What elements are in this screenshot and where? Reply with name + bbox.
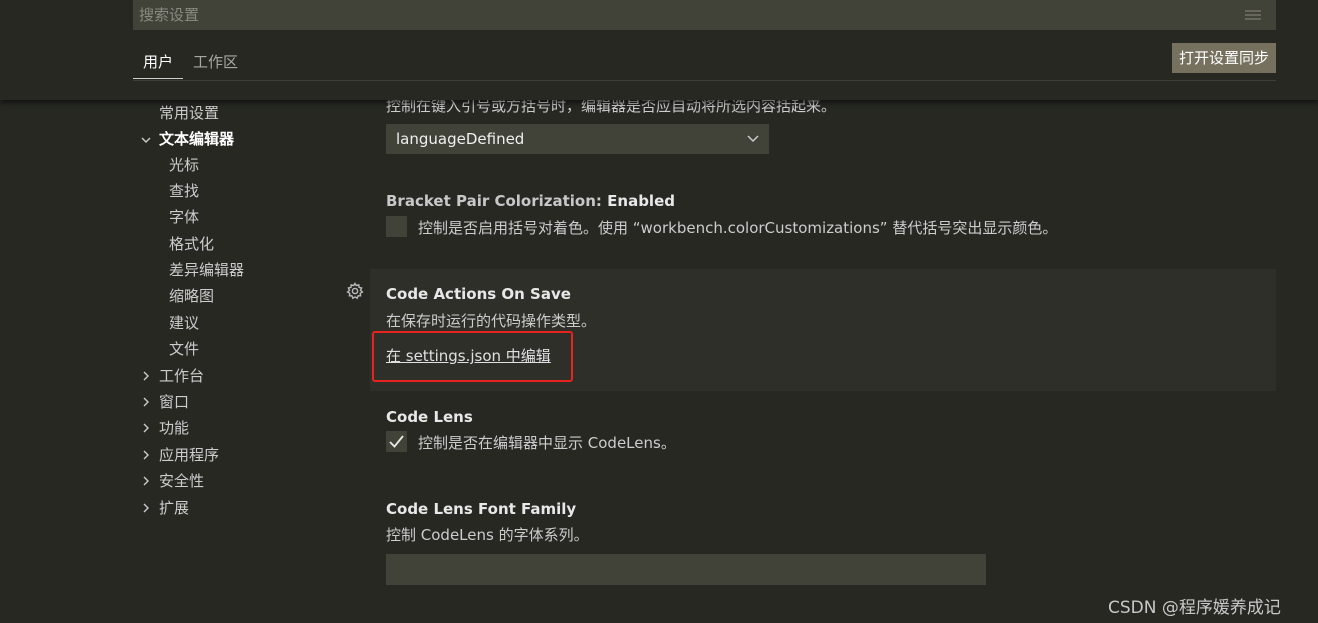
- open-settings-sync-button[interactable]: 打开设置同步: [1172, 43, 1276, 73]
- toc-item-application[interactable]: 应用程序: [159, 444, 219, 466]
- settings-list: 控制在键入引号或方括号时，编辑器是否应自动将所选内容括起来。 languageD…: [370, 97, 1276, 623]
- code-lens-font-family-input[interactable]: [386, 554, 986, 585]
- tab-workspace[interactable]: 工作区: [193, 50, 253, 79]
- chevron-right-icon[interactable]: [141, 397, 151, 407]
- search-box: [133, 0, 1276, 30]
- code-actions-on-save-row: Code Actions On Save 在保存时运行的代码操作类型。 在 se…: [370, 269, 1276, 391]
- chevron-right-icon[interactable]: [141, 423, 151, 433]
- chevron-down-icon: [747, 135, 759, 143]
- toc-item-window[interactable]: 窗口: [159, 391, 189, 413]
- gear-icon[interactable]: [346, 282, 364, 300]
- code-actions-on-save-title: Code Actions On Save: [386, 285, 571, 303]
- chevron-right-icon[interactable]: [141, 503, 151, 513]
- toc-item-common[interactable]: 常用设置: [159, 102, 219, 124]
- toc-item-workbench[interactable]: 工作台: [159, 365, 204, 387]
- settings-header: 用户 工作区 打开设置同步: [0, 0, 1318, 100]
- auto-surround-select-value: languageDefined: [396, 130, 525, 148]
- search-input[interactable]: [133, 0, 1233, 30]
- bracket-colorization-description: 控制是否启用括号对着色。使用 “workbench.colorCustomiza…: [418, 219, 1058, 237]
- settings-toc: 常用设置 文本编辑器 光标 查找 字体 格式化 差异编辑器 缩略图 建议 文件 …: [0, 100, 340, 623]
- toc-item-extensions[interactable]: 扩展: [159, 497, 189, 519]
- chevron-right-icon[interactable]: [141, 371, 151, 381]
- toc-item-diff-editor[interactable]: 差异编辑器: [169, 259, 244, 281]
- filter-list-icon[interactable]: [1244, 9, 1262, 21]
- toc-item-font[interactable]: 字体: [169, 206, 199, 228]
- auto-surround-select[interactable]: languageDefined: [386, 124, 769, 154]
- code-lens-checkbox[interactable]: [386, 431, 407, 452]
- toc-item-files[interactable]: 文件: [169, 338, 199, 360]
- bracket-colorization-title: Bracket Pair Colorization: Enabled: [386, 192, 675, 210]
- toc-item-features[interactable]: 功能: [159, 417, 189, 439]
- chevron-down-icon[interactable]: [141, 135, 151, 145]
- toc-item-cursor[interactable]: 光标: [169, 154, 199, 176]
- code-lens-description: 控制是否在编辑器中显示 CodeLens。: [418, 434, 676, 452]
- bracket-colorization-title-name: Enabled: [607, 192, 675, 210]
- check-icon: [389, 435, 404, 448]
- toc-item-suggestions[interactable]: 建议: [169, 312, 199, 334]
- highlight-annotation-box: [372, 331, 573, 382]
- header-divider: [133, 80, 1276, 81]
- watermark: CSDN @程序媛养成记: [1108, 598, 1281, 618]
- toc-item-formatting[interactable]: 格式化: [169, 233, 214, 255]
- toc-item-text-editor[interactable]: 文本编辑器: [159, 128, 234, 150]
- code-actions-on-save-description: 在保存时运行的代码操作类型。: [386, 312, 597, 330]
- settings-editor: 控制在键入引号或方括号时，编辑器是否应自动将所选内容括起来。 languageD…: [0, 0, 1318, 623]
- toc-item-security[interactable]: 安全性: [159, 470, 204, 492]
- code-lens-font-family-description: 控制 CodeLens 的字体系列。: [386, 526, 589, 544]
- code-lens-font-family-title: Code Lens Font Family: [386, 500, 577, 518]
- bracket-colorization-title-prefix: Bracket Pair Colorization:: [386, 192, 608, 210]
- chevron-right-icon[interactable]: [141, 450, 151, 460]
- toc-item-find[interactable]: 查找: [169, 180, 199, 202]
- toc-item-minimap[interactable]: 缩略图: [169, 285, 214, 307]
- code-lens-title: Code Lens: [386, 408, 473, 426]
- bracket-colorization-checkbox[interactable]: [386, 216, 407, 237]
- tab-user[interactable]: 用户: [133, 50, 183, 79]
- chevron-right-icon[interactable]: [141, 476, 151, 486]
